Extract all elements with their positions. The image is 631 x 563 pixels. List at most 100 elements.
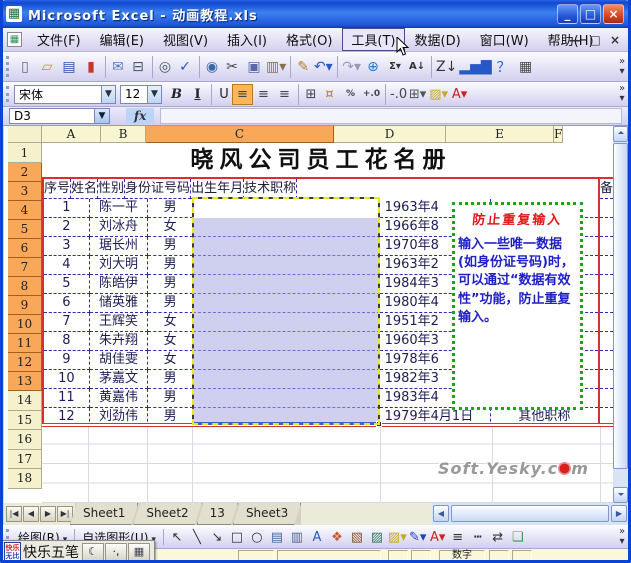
scroll-down-icon[interactable]: [613, 487, 628, 503]
line-icon[interactable]: ╲: [187, 527, 207, 547]
mail-icon[interactable]: ✉: [105, 55, 127, 78]
fill-color-icon[interactable]: ▨▾: [387, 527, 408, 547]
cell-selection-d3-d14[interactable]: [192, 197, 382, 427]
chevron-down-icon[interactable]: ▼: [147, 85, 161, 103]
fill-color-button[interactable]: ▨▾: [428, 84, 449, 105]
row-header[interactable]: 17: [8, 449, 42, 469]
underline-button[interactable]: U: [211, 83, 232, 105]
row-header[interactable]: 13: [8, 372, 42, 391]
row-header[interactable]: 3: [8, 182, 42, 201]
cell-name[interactable]: 茅嘉文: [89, 370, 149, 389]
cell-serial[interactable]: 5: [44, 275, 90, 294]
italic-button[interactable]: I: [187, 84, 208, 105]
scroll-right-icon[interactable]: ▶: [611, 505, 627, 522]
redo-icon[interactable]: ↷▾: [337, 55, 362, 78]
row-header[interactable]: 7: [8, 258, 42, 277]
copy-icon[interactable]: ▣: [243, 56, 265, 78]
insert-function-icon[interactable]: fx: [126, 108, 155, 124]
arrow-style-icon[interactable]: ⇄: [488, 527, 508, 547]
horizontal-scrollbar[interactable]: ◀ ▶: [432, 503, 628, 525]
fill-handle[interactable]: [376, 421, 382, 427]
cell-serial[interactable]: 3: [44, 237, 90, 256]
cell-name[interactable]: 陈一平: [89, 199, 149, 218]
cell-gender[interactable]: 男: [148, 275, 193, 294]
punctuation-icon[interactable]: ·,: [105, 542, 127, 561]
menu-item[interactable]: 视图(V): [154, 28, 217, 51]
bold-button[interactable]: B: [166, 84, 187, 105]
cell-name[interactable]: 王辉笑: [89, 313, 149, 332]
currency-button[interactable]: ¤: [319, 84, 340, 105]
chevron-down-icon[interactable]: ▼: [95, 108, 110, 124]
active-cell-d3[interactable]: [194, 199, 378, 218]
row-header[interactable]: 18: [8, 469, 42, 489]
cell-gender[interactable]: 男: [148, 294, 193, 313]
cell-serial[interactable]: 9: [44, 351, 90, 370]
cell-gender[interactable]: 女: [148, 218, 193, 237]
cell-gender[interactable]: 女: [148, 351, 193, 370]
cell-name[interactable]: 朱卉翔: [89, 332, 149, 351]
cell-serial[interactable]: 7: [44, 313, 90, 332]
align-left-button[interactable]: ≡: [232, 83, 253, 105]
clipart-icon[interactable]: ▧: [347, 527, 367, 547]
select-arrow-icon[interactable]: ↖: [167, 527, 187, 547]
menu-item[interactable]: 窗口(W): [471, 28, 538, 51]
toolbar-options-icon[interactable]: » ▾: [616, 527, 628, 547]
close-button[interactable]: ×: [603, 4, 624, 24]
column-header[interactable]: E: [446, 126, 554, 143]
row-header[interactable]: 8: [8, 277, 42, 296]
doc-minimize-button[interactable]: —: [568, 33, 582, 47]
column-header[interactable]: B: [101, 126, 146, 143]
chevron-down-icon[interactable]: ▼: [101, 85, 115, 103]
cell-serial[interactable]: 4: [44, 256, 90, 275]
toolbar-options-icon[interactable]: » ▾: [616, 56, 628, 77]
sheet-tab[interactable]: Sheet3: [233, 503, 301, 525]
open-icon[interactable]: ▱: [36, 56, 58, 78]
name-box[interactable]: D3: [9, 108, 95, 124]
toolbar-grip[interactable]: [6, 85, 11, 103]
research-icon[interactable]: ◉: [199, 55, 221, 78]
shadow-style-icon[interactable]: ❏: [508, 527, 528, 547]
help-icon[interactable]: ？: [493, 56, 515, 78]
next-sheet-button[interactable]: ▶: [40, 506, 56, 522]
cell-serial[interactable]: 2: [44, 218, 90, 237]
ime-toolbar[interactable]: 快乐 无比 快乐五笔 ☾ ·, ▦: [1, 540, 155, 563]
column-header[interactable]: A: [42, 126, 101, 143]
sheet-tab[interactable]: Sheet2: [133, 503, 201, 525]
cell-name[interactable]: 储英雅: [89, 294, 149, 313]
print-preview-icon[interactable]: ◎: [152, 55, 174, 78]
column-header[interactable]: F: [554, 126, 564, 143]
cell-name[interactable]: 刘冰舟: [89, 218, 149, 237]
cell-serial[interactable]: 1: [44, 199, 90, 218]
last-sheet-button[interactable]: ▶|: [57, 506, 73, 522]
arrow-icon[interactable]: ↘: [207, 527, 227, 547]
selected-range[interactable]: [194, 218, 378, 423]
column-header[interactable]: D: [334, 126, 446, 143]
cell-name[interactable]: 胡佳雯: [89, 351, 149, 370]
cell-gender[interactable]: 男: [148, 389, 193, 408]
menu-item[interactable]: 编辑(E): [91, 28, 153, 51]
menu-item[interactable]: 工具(T): [342, 28, 405, 51]
menu-item[interactable]: 格式(O): [277, 28, 341, 51]
menu-item[interactable]: 数据(D): [406, 28, 470, 51]
format-painter-icon[interactable]: ✎: [290, 55, 312, 78]
vertical-scroll-thumb[interactable]: [613, 143, 628, 469]
menu-item[interactable]: 文件(F): [28, 28, 90, 51]
row-header[interactable]: 15: [8, 410, 42, 430]
scroll-left-icon[interactable]: ◀: [433, 505, 449, 522]
spelling-icon[interactable]: ✓: [174, 56, 196, 78]
menu-item[interactable]: 插入(I): [218, 28, 276, 51]
cell-serial[interactable]: 11: [44, 389, 90, 408]
borders-button[interactable]: ⊞▾: [407, 84, 428, 105]
cell-serial[interactable]: 6: [44, 294, 90, 313]
table-header-cell[interactable]: 姓名: [71, 179, 99, 199]
align-right-button[interactable]: ≡: [274, 84, 295, 105]
diagram-icon[interactable]: ❖: [327, 527, 347, 547]
cut-icon[interactable]: ✂: [221, 56, 243, 78]
moon-icon[interactable]: ☾: [82, 542, 104, 561]
rectangle-icon[interactable]: □: [227, 527, 247, 547]
permission-icon[interactable]: ▮: [80, 56, 102, 78]
vertical-textbox-icon[interactable]: ▥: [287, 527, 307, 547]
font-name-select[interactable]: 宋体 ▼: [14, 84, 116, 104]
cell-name[interactable]: 刘大明: [89, 256, 149, 275]
sheet-tab[interactable]: 13: [197, 503, 238, 525]
